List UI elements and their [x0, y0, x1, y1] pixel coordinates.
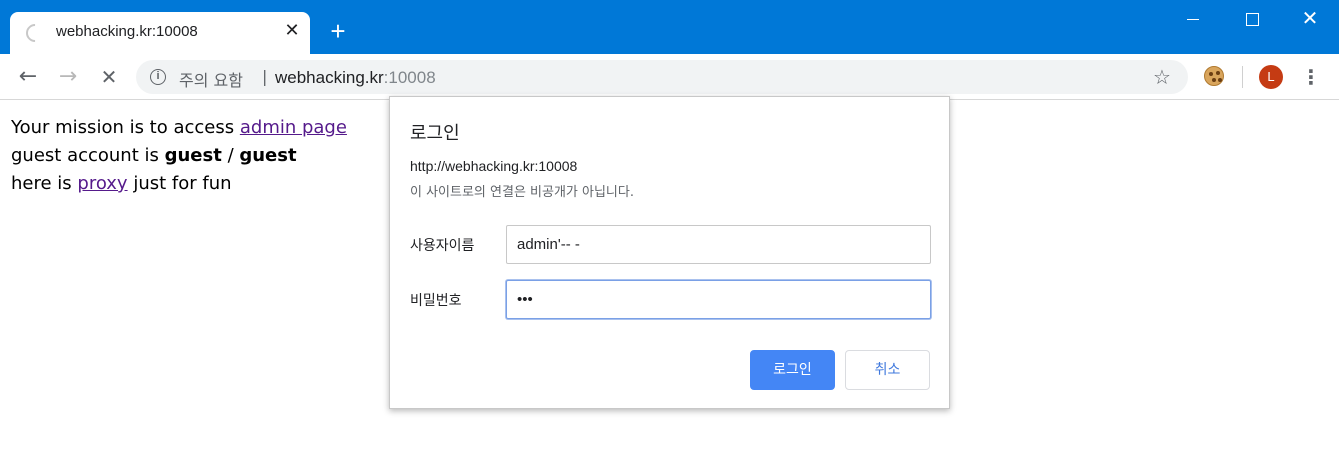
password-input[interactable] — [506, 280, 931, 319]
title-bar: webhacking.kr:10008 ✕ + ✕ — [0, 0, 1339, 54]
cookie-icon[interactable] — [1204, 66, 1224, 86]
mission-line: Your mission is to access admin page — [11, 117, 347, 138]
kebab-menu-icon[interactable]: ⋮ — [1301, 64, 1321, 90]
username-input[interactable] — [506, 225, 931, 264]
admin-page-link[interactable]: admin page — [240, 117, 347, 138]
toolbar-divider — [1242, 66, 1243, 88]
address-bar[interactable]: i 주의 요함 | webhacking.kr:10008 ☆ — [136, 60, 1188, 94]
login-dialog: 로그인 http://webhacking.kr:10008 이 사이트로의 연… — [389, 96, 950, 409]
security-status[interactable]: 주의 요함 — [179, 67, 243, 91]
connection-warning: 이 사이트로의 연결은 비공개가 아닙니다. — [410, 185, 634, 200]
url-text[interactable]: webhacking.kr:10008 — [275, 68, 436, 88]
page-content: Your mission is to access admin page gue… — [11, 114, 347, 198]
browser-tab[interactable]: webhacking.kr:10008 ✕ — [10, 12, 310, 54]
maximize-button[interactable] — [1240, 8, 1264, 32]
url-host: webhacking.kr — [275, 68, 384, 87]
star-icon[interactable]: ☆ — [1153, 65, 1171, 89]
browser-toolbar: ← → ✕ i 주의 요함 | webhacking.kr:10008 ☆ L … — [0, 54, 1339, 100]
proxy-link[interactable]: proxy — [77, 173, 127, 194]
url-port: :10008 — [383, 68, 436, 87]
username-label: 사용자이름 — [410, 238, 475, 254]
minimize-button[interactable] — [1181, 8, 1205, 32]
forward-button[interactable]: → — [55, 64, 81, 90]
cancel-button[interactable]: 취소 — [845, 350, 930, 390]
stop-loading-button[interactable]: ✕ — [96, 64, 122, 90]
dialog-url: http://webhacking.kr:10008 — [410, 158, 578, 174]
loading-spinner-icon — [22, 20, 48, 46]
password-label: 비밀번호 — [410, 293, 462, 309]
proxy-line: here is proxy just for fun — [11, 173, 232, 194]
guest-username: guest — [164, 145, 222, 166]
tab-close-icon[interactable]: ✕ — [282, 21, 302, 41]
login-button[interactable]: 로그인 — [750, 350, 835, 390]
back-button[interactable]: ← — [15, 64, 41, 90]
omnibox-separator: | — [262, 67, 268, 86]
info-icon[interactable]: i — [150, 69, 166, 85]
tab-title: webhacking.kr:10008 — [56, 23, 198, 40]
window-close-button[interactable]: ✕ — [1298, 8, 1322, 32]
profile-avatar[interactable]: L — [1259, 65, 1283, 89]
guest-password: guest — [239, 145, 297, 166]
guest-account-line: guest account is guest / guest — [11, 145, 297, 166]
new-tab-button[interactable]: + — [326, 18, 350, 44]
dialog-title: 로그인 — [410, 123, 460, 144]
